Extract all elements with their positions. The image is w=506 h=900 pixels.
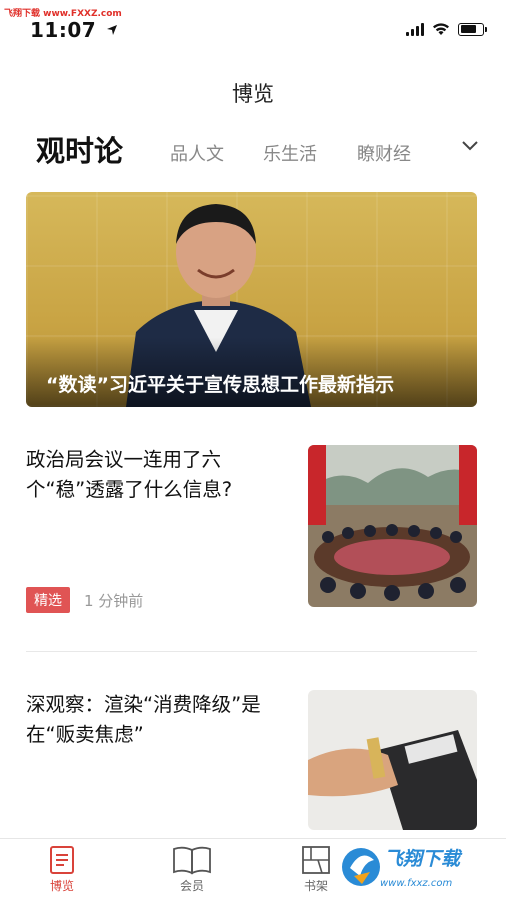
nav-label: 博览 xyxy=(49,879,74,893)
nav-label: 会员 xyxy=(179,879,204,893)
tag-badge: 精选 xyxy=(26,587,70,613)
watermark-brand: 飞翔下载 xyxy=(384,848,461,870)
battery-level xyxy=(460,25,477,33)
hero-banner[interactable]: “数读”习近平关于宣传思想工作最新指示 xyxy=(26,192,477,407)
watermark-logo: 飞翔下载 www.fxxz.com xyxy=(340,840,500,896)
tab-pin-ren-wen[interactable]: 品人文 xyxy=(170,140,224,166)
watermark-emblem-icon xyxy=(342,848,380,886)
chevron-down-icon[interactable] xyxy=(460,136,480,156)
document-icon xyxy=(50,846,74,874)
cellular-signal-icon xyxy=(406,22,424,36)
divider xyxy=(26,651,477,652)
time-ago: 1 分钟前 xyxy=(84,591,144,610)
location-arrow-icon xyxy=(106,25,117,35)
article-card[interactable]: 深观察：渲染“消费降级”是在“贩卖焦虑” xyxy=(26,690,477,840)
status-bar: 11:07 xyxy=(0,0,506,52)
hero-caption: “数读”习近平关于宣传思想工作最新指示 xyxy=(46,374,394,396)
status-icons xyxy=(406,22,487,36)
article-title: 政治局会议一连用了六个“稳”透露了什么信息? xyxy=(26,448,233,501)
article-meta: 精选 1 分钟前 xyxy=(26,587,143,613)
nav-item-bolan[interactable]: 博览 xyxy=(22,845,102,894)
category-tabs: 观时论 品人文 乐生活 瞭财经 xyxy=(0,120,506,170)
status-time: 11:07 xyxy=(30,18,118,42)
article-card[interactable]: 政治局会议一连用了六个“稳”透露了什么信息? 精选 1 分钟前 xyxy=(26,445,477,613)
article-thumbnail xyxy=(308,690,477,830)
clock-text: 11:07 xyxy=(30,18,97,42)
watermark-url: www.fxxz.com xyxy=(380,878,453,889)
tab-le-sheng-huo[interactable]: 乐生活 xyxy=(263,140,317,166)
wifi-icon xyxy=(433,23,449,35)
book-icon xyxy=(173,846,211,875)
tab-guan-shi-lun[interactable]: 观时论 xyxy=(36,128,123,170)
battery-icon xyxy=(458,22,487,36)
bookshelf-icon xyxy=(302,846,330,874)
page-title: 博览 xyxy=(232,82,274,106)
nav-item-huiyuan[interactable]: 会员 xyxy=(152,845,232,894)
article-title: 深观察：渲染“消费降级”是在“贩卖焦虑” xyxy=(26,693,261,746)
article-thumbnail xyxy=(308,445,477,607)
tab-liao-cai-jing[interactable]: 瞭财经 xyxy=(357,140,411,166)
